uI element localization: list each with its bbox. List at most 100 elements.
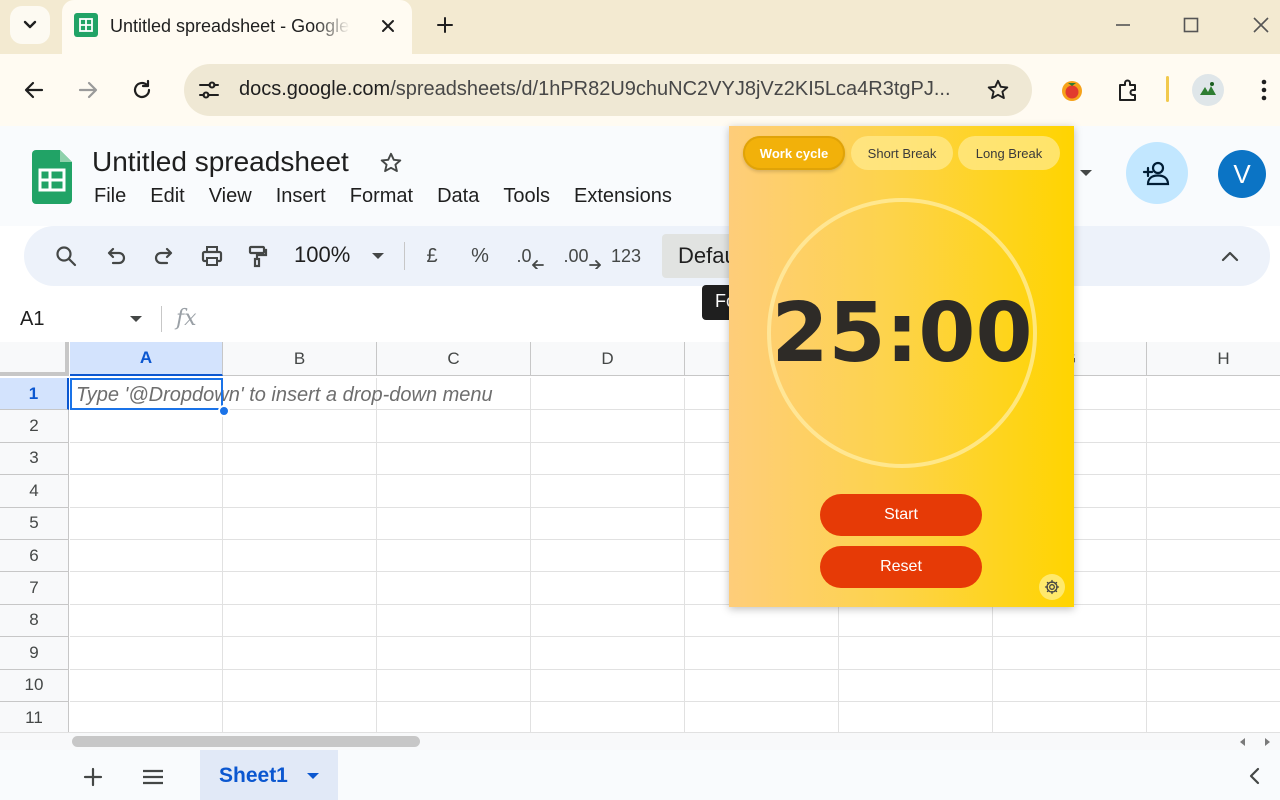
- search-menus-icon[interactable]: [50, 240, 82, 272]
- grid-cell[interactable]: [685, 669, 839, 702]
- percent-format-button[interactable]: %: [464, 240, 496, 272]
- grid-cell[interactable]: [377, 604, 531, 638]
- profile-avatar-icon[interactable]: [1192, 74, 1224, 106]
- print-icon[interactable]: [196, 240, 228, 272]
- grid-cell[interactable]: [1147, 637, 1280, 670]
- grid-cell[interactable]: [1147, 540, 1280, 573]
- grid-cell[interactable]: [531, 637, 685, 670]
- grid-cell[interactable]: [993, 637, 1147, 670]
- menu-edit[interactable]: Edit: [138, 182, 196, 210]
- grid-cell[interactable]: [993, 702, 1147, 732]
- menu-file[interactable]: File: [82, 182, 138, 210]
- grid-cell[interactable]: [70, 572, 223, 605]
- row-header-9[interactable]: 9: [0, 637, 69, 670]
- grid-cell[interactable]: [531, 702, 685, 732]
- selected-cell-a1[interactable]: [70, 378, 223, 410]
- grid-cell[interactable]: [685, 604, 839, 638]
- doc-title[interactable]: Untitled spreadsheet: [92, 146, 349, 178]
- zoom-caret-icon[interactable]: [362, 240, 394, 272]
- grid-cell[interactable]: [1147, 670, 1280, 702]
- grid-cell[interactable]: [1147, 475, 1280, 508]
- menu-extensions[interactable]: Extensions: [562, 182, 684, 210]
- share-button[interactable]: [1126, 142, 1188, 204]
- add-sheet-icon[interactable]: [80, 764, 106, 790]
- grid-cell[interactable]: [223, 442, 377, 476]
- currency-format-button[interactable]: £: [416, 240, 448, 272]
- grid-cell[interactable]: [1147, 443, 1280, 476]
- grid-cell[interactable]: [377, 669, 531, 702]
- grid-cell[interactable]: [1147, 572, 1280, 605]
- row-header-1[interactable]: 1: [0, 378, 69, 411]
- grid-cell[interactable]: [1147, 410, 1280, 443]
- row-header-8[interactable]: 8: [0, 604, 69, 638]
- forward-icon[interactable]: [74, 76, 102, 104]
- extensions-puzzle-icon[interactable]: [1112, 74, 1144, 106]
- minimize-icon[interactable]: [1110, 12, 1136, 38]
- column-header-h[interactable]: H: [1147, 342, 1280, 376]
- grid-cell[interactable]: [839, 702, 993, 732]
- scroll-right-icon[interactable]: [1260, 735, 1274, 749]
- grid-cell[interactable]: [70, 637, 223, 670]
- column-header-a[interactable]: A: [70, 342, 223, 376]
- grid-cell[interactable]: [531, 378, 685, 411]
- close-window-icon[interactable]: [1248, 12, 1274, 38]
- grid-cell[interactable]: [223, 637, 377, 670]
- grid-cell[interactable]: [377, 572, 531, 605]
- account-avatar[interactable]: V: [1218, 150, 1266, 198]
- browser-tab[interactable]: Untitled spreadsheet - Google Sheets: [62, 0, 412, 54]
- row-header-4[interactable]: 4: [0, 475, 69, 508]
- name-box[interactable]: A1: [20, 308, 44, 331]
- grid-cell[interactable]: [531, 507, 685, 540]
- grid-cell[interactable]: [685, 637, 839, 670]
- grid-cell[interactable]: [70, 475, 223, 508]
- more-formats-button[interactable]: 123: [604, 240, 648, 272]
- chevron-up-icon[interactable]: [1216, 242, 1244, 270]
- mode-work-cycle[interactable]: Work cycle: [743, 136, 845, 170]
- grid-cell[interactable]: [839, 637, 993, 670]
- row-header-2[interactable]: 2: [0, 410, 69, 443]
- all-sheets-menu-icon[interactable]: [140, 764, 166, 790]
- grid-cell[interactable]: [993, 604, 1147, 638]
- maximize-icon[interactable]: [1178, 12, 1204, 38]
- decrease-decimal-button[interactable]: .0: [510, 240, 550, 272]
- grid-cell[interactable]: [531, 572, 685, 605]
- grid-cell[interactable]: [685, 702, 839, 732]
- tomato-extension-icon[interactable]: [1056, 74, 1088, 106]
- undo-icon[interactable]: [100, 240, 132, 272]
- grid-cell[interactable]: [531, 669, 685, 702]
- grid-cell[interactable]: [223, 475, 377, 508]
- start-button[interactable]: Start: [820, 494, 982, 536]
- grid-cell[interactable]: [70, 702, 223, 732]
- grid-cell[interactable]: [223, 507, 377, 540]
- bookmark-star-icon[interactable]: [984, 76, 1012, 104]
- grid-cell[interactable]: [377, 637, 531, 670]
- url-text[interactable]: docs.google.com/spreadsheets/d/1hPR82U9c…: [239, 78, 951, 101]
- row-header-6[interactable]: 6: [0, 540, 69, 573]
- grid-cell[interactable]: [531, 540, 685, 573]
- grid-cell[interactable]: [377, 442, 531, 476]
- grid-cell[interactable]: [223, 410, 377, 443]
- grid-cell[interactable]: [531, 475, 685, 508]
- back-icon[interactable]: [20, 76, 48, 104]
- new-tab-icon[interactable]: [432, 12, 458, 38]
- grid-cell[interactable]: [223, 540, 377, 573]
- grid-cell[interactable]: [377, 507, 531, 540]
- menu-format[interactable]: Format: [338, 182, 425, 210]
- horizontal-scrollbar[interactable]: [0, 732, 1280, 750]
- spreadsheet-grid[interactable]: ABCDEFGH 1234567891011 Type '@Dropdown' …: [0, 342, 1280, 732]
- chevron-left-icon[interactable]: [1244, 766, 1264, 786]
- grid-cell[interactable]: [531, 604, 685, 638]
- paint-format-icon[interactable]: [242, 240, 274, 272]
- grid-cell[interactable]: [531, 410, 685, 443]
- name-box-caret-icon[interactable]: [126, 312, 146, 326]
- menu-insert[interactable]: Insert: [264, 182, 338, 210]
- row-header-3[interactable]: 3: [0, 442, 69, 476]
- mode-short-break[interactable]: Short Break: [851, 136, 953, 170]
- grid-cell[interactable]: [377, 410, 531, 443]
- grid-cell[interactable]: [223, 604, 377, 638]
- gear-icon[interactable]: [1039, 574, 1065, 600]
- zoom-select[interactable]: 100%: [294, 242, 350, 268]
- fill-handle[interactable]: [218, 405, 230, 417]
- select-all-corner[interactable]: [0, 342, 69, 376]
- row-header-5[interactable]: 5: [0, 507, 69, 540]
